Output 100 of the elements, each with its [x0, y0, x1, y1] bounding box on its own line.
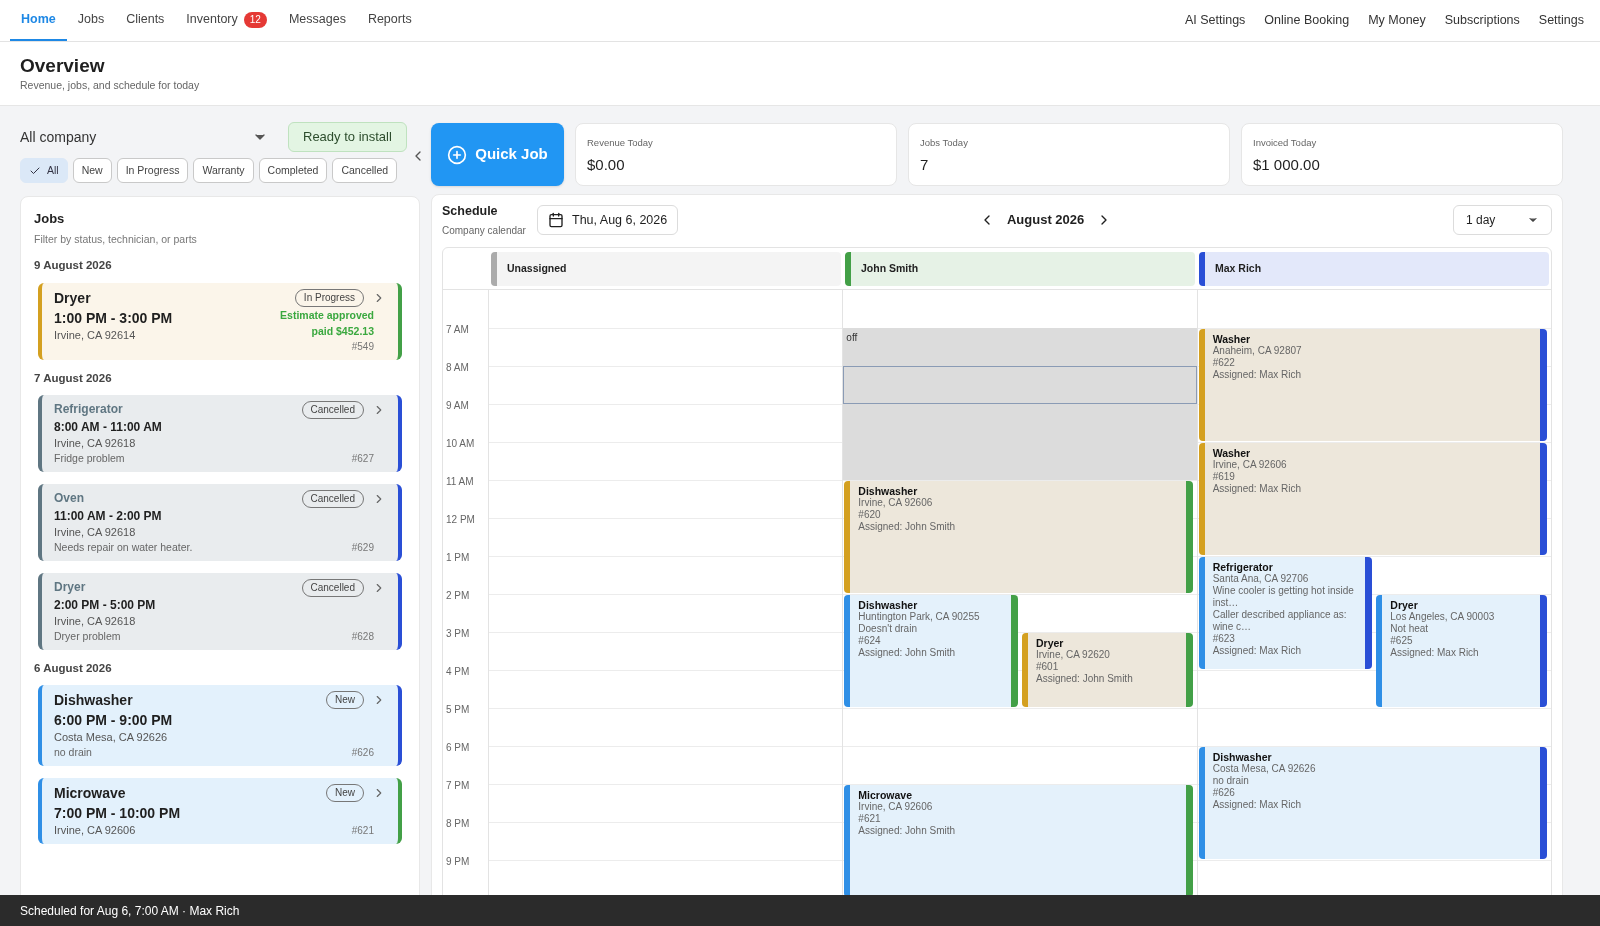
event-detail: Costa Mesa, CA 92626: [1212, 763, 1317, 775]
event-detail: #625: [1390, 635, 1414, 647]
stat-value: 7: [920, 155, 930, 176]
nav-link[interactable]: Online Booking: [1264, 11, 1350, 30]
calendar-event[interactable]: Microwave Irvine, CA 92606 #621 Assigned: John Smith: [844, 785, 1193, 897]
event-title: Washer: [1212, 447, 1252, 459]
job-number: #626: [351, 746, 374, 760]
nav-link[interactable]: AI Settings: [1184, 11, 1246, 30]
event-detail: Assigned: Max Rich: [1212, 645, 1303, 657]
event-detail: Assigned: John Smith: [858, 521, 957, 533]
date-heading: 9 August 2026: [34, 258, 113, 274]
event-title: Dryer: [1390, 599, 1418, 611]
page-subtitle: Revenue, jobs, and schedule for today: [20, 77, 201, 93]
calendar-icon: [548, 212, 564, 228]
filter-chip[interactable]: In Progress: [116, 158, 189, 183]
job-time: 6:00 PM - 9:00 PM: [54, 711, 173, 730]
event-detail: Doesn't drain: [858, 623, 918, 635]
panel-subtitle: Filter by status, technician, or parts: [34, 231, 198, 247]
job-card[interactable]: Dishwasher 6:00 PM - 9:00 PM Costa Mesa, CA 92626 no drain New #626: [38, 685, 402, 766]
event-detail: #626: [1212, 787, 1236, 799]
event-title: Dryer: [1036, 637, 1065, 649]
calendar-event[interactable]: Dishwasher Costa Mesa, CA 92626 no drain #626 Assigned: Max Rich: [1198, 747, 1547, 859]
nav-link[interactable]: My Money: [1368, 11, 1426, 30]
nav-tab[interactable]: Messages: [277, 0, 357, 41]
event-detail: #622: [1212, 357, 1236, 369]
job-title: Dryer: [54, 578, 87, 596]
nav-link[interactable]: Settings: [1538, 11, 1584, 30]
job-card[interactable]: Dryer 2:00 PM - 5:00 PM Irvine, CA 92618 Dryer problem Cancelled #628: [38, 572, 402, 650]
calendar-event[interactable]: Washer Irvine, CA 92606 #619 Assigned: Max Rich: [1198, 443, 1547, 555]
job-address: Irvine, CA 92606: [54, 823, 137, 838]
job-card[interactable]: Dryer 1:00 PM - 3:00 PM Irvine, CA 92614 In Progress Estimate approved paid $452.13 #549: [38, 282, 402, 360]
job-description: no drain: [54, 745, 93, 760]
calendar-event[interactable]: Dishwasher Irvine, CA 92606 #620 Assigned: John Smith: [844, 481, 1193, 593]
job-address: Irvine, CA 92618: [54, 613, 137, 629]
nav-tab[interactable]: Clients: [115, 0, 176, 41]
job-title: Refrigerator: [54, 400, 124, 418]
job-number: #627: [351, 451, 374, 466]
job-title: Microwave: [54, 784, 127, 803]
nav-tab[interactable]: Reports: [356, 0, 423, 41]
stat-label: Revenue Today: [587, 136, 654, 150]
snackbar: Scheduled for Aug 6, 7:00 AM · Max Rich: [0, 895, 1600, 926]
job-card[interactable]: Microwave 7:00 PM - 10:00 PM Irvine, CA 92606 New #621: [38, 778, 402, 844]
event-detail: Irvine, CA 92606: [1212, 459, 1288, 471]
calendar-event[interactable]: Dishwasher Huntington Park, CA 90255 Doesn't drain #624 Assigned: John Smith: [844, 595, 1018, 707]
event-detail: #620: [858, 509, 882, 521]
job-number: #629: [351, 540, 374, 555]
range-select[interactable]: 1 day: [1453, 205, 1552, 235]
event-detail: #601: [1036, 661, 1060, 673]
job-card[interactable]: Refrigerator 8:00 AM - 11:00 AM Irvine, CA 92618 Fridge problem Cancelled #627: [38, 394, 402, 472]
column-header: John Smith: [845, 251, 1195, 286]
job-card[interactable]: Oven 11:00 AM - 2:00 PM Irvine, CA 92618 Needs repair on water heater. Cancelled #629: [38, 483, 402, 561]
filter-chip[interactable]: New: [72, 158, 112, 183]
date-picker[interactable]: Thu, Aug 6, 2026: [537, 205, 679, 235]
filter-chip[interactable]: Warranty: [193, 158, 254, 183]
job-number: #628: [351, 629, 374, 644]
event-title: Dishwasher: [858, 599, 919, 611]
off-block: off: [843, 328, 1197, 480]
job-description: Needs repair on water heater.: [54, 539, 193, 555]
stat-label: Invoiced Today: [1253, 136, 1318, 150]
event-detail: Anaheim, CA 92807: [1212, 345, 1303, 357]
page-title: Overview: [20, 53, 106, 78]
nav-tab[interactable]: Jobs: [66, 0, 116, 41]
date-heading: 6 August 2026: [34, 660, 113, 676]
calendar-event[interactable]: Dryer Irvine, CA 92620 #601 Assigned: John Smith: [1022, 633, 1193, 707]
event-title: Dishwasher: [858, 485, 919, 497]
job-title: Oven: [54, 489, 85, 507]
calendar-event[interactable]: Dryer Los Angeles, CA 90003 Not heat #625 Assigned: Max Rich: [1376, 595, 1547, 707]
job-title: Dryer: [54, 288, 92, 308]
company-select[interactable]: All company: [20, 123, 272, 151]
month-label: August 2026: [1006, 211, 1085, 230]
event-detail: Irvine, CA 92620: [1036, 649, 1111, 661]
filter-chip[interactable]: Completed: [258, 158, 328, 183]
calendar-event[interactable]: Washer Anaheim, CA 92807 #622 Assigned: Max Rich: [1198, 329, 1547, 441]
column-header: Unassigned: [491, 251, 841, 286]
filter-chip[interactable]: All: [20, 158, 68, 183]
stat-label: Jobs Today: [920, 136, 969, 150]
ready-button[interactable]: Ready to install: [288, 122, 407, 152]
job-address: Irvine, CA 92614: [54, 327, 137, 343]
calendar-event[interactable]: Refrigerator Santa Ana, CA 92706 Wine cooler is getting hot inside inst… Caller described appliance as: wine c… #623 Assigned: Max Rich: [1198, 557, 1373, 669]
job-time: 1:00 PM - 3:00 PM: [54, 308, 173, 328]
event-title: Dishwasher: [1212, 751, 1273, 763]
event-title: Washer: [1212, 333, 1252, 345]
panel-title: Jobs: [34, 210, 66, 228]
schedule-subtitle: Company calendar: [442, 224, 527, 239]
event-detail: #624: [858, 635, 882, 647]
nav-link[interactable]: Subscriptions: [1444, 11, 1520, 30]
event-detail: Los Angeles, CA 90003: [1390, 611, 1496, 623]
event-detail: Santa Ana, CA 92706: [1212, 573, 1310, 585]
nav-tab[interactable]: Inventory 12: [175, 0, 278, 41]
event-detail: Assigned: John Smith: [858, 647, 957, 659]
filter-chip[interactable]: Cancelled: [332, 158, 398, 183]
schedule-title: Schedule: [442, 202, 499, 220]
job-time: 11:00 AM - 2:00 PM: [54, 507, 163, 525]
event-detail: Assigned: John Smith: [1036, 673, 1134, 685]
event-detail: Assigned: Max Rich: [1390, 647, 1480, 659]
job-address: Irvine, CA 92618: [54, 435, 137, 451]
event-detail: Huntington Park, CA 90255: [858, 611, 981, 623]
count-badge: 12: [243, 11, 267, 28]
date-heading: 7 August 2026: [34, 370, 113, 386]
plus-icon: [447, 144, 468, 165]
